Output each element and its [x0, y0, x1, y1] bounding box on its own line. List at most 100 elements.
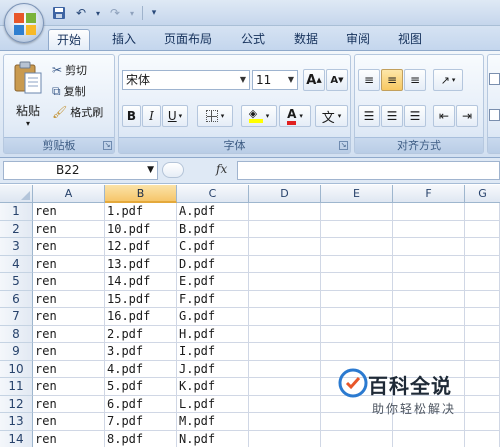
row-header[interactable]: 1 — [0, 203, 33, 221]
align-center-button[interactable]: ☰ — [381, 105, 403, 127]
cell-c4[interactable]: D.pdf — [177, 255, 249, 273]
cell-d1[interactable] — [249, 203, 321, 221]
decrease-indent-button[interactable]: ⇤ — [433, 105, 455, 127]
clipboard-launcher-icon[interactable]: ↘ — [103, 141, 112, 150]
cell-e1[interactable] — [321, 203, 393, 221]
cell-g4[interactable] — [465, 255, 500, 273]
cell-a7[interactable]: ren — [33, 308, 105, 326]
cell-c7[interactable]: G.pdf — [177, 308, 249, 326]
cell-e3[interactable] — [321, 238, 393, 256]
column-header-b[interactable]: B — [105, 185, 177, 203]
cell-b3[interactable]: 12.pdf — [105, 238, 177, 256]
cell-f5[interactable] — [393, 273, 465, 291]
cell-c8[interactable]: H.pdf — [177, 325, 249, 343]
align-bottom-button[interactable]: ≡ — [404, 69, 426, 91]
cell-g14[interactable] — [465, 430, 500, 447]
customize-toolbar-icon[interactable]: ▾ — [149, 4, 159, 22]
tab-formulas[interactable]: 公式 — [233, 29, 273, 50]
cell-c1[interactable]: A.pdf — [177, 203, 249, 221]
wrap-text-icon[interactable] — [489, 73, 500, 85]
cell-b11[interactable]: 5.pdf — [105, 378, 177, 396]
row-header[interactable]: 2 — [0, 220, 33, 238]
cell-d5[interactable] — [249, 273, 321, 291]
cell-e9[interactable] — [321, 343, 393, 361]
align-right-button[interactable]: ☰ — [404, 105, 426, 127]
cell-e2[interactable] — [321, 220, 393, 238]
row-header[interactable]: 8 — [0, 325, 33, 343]
increase-indent-button[interactable]: ⇥ — [456, 105, 478, 127]
cell-c12[interactable]: L.pdf — [177, 395, 249, 413]
cell-d10[interactable] — [249, 360, 321, 378]
cell-g9[interactable] — [465, 343, 500, 361]
cell-a5[interactable]: ren — [33, 273, 105, 291]
row-header[interactable]: 3 — [0, 238, 33, 256]
cell-g5[interactable] — [465, 273, 500, 291]
font-launcher-icon[interactable]: ↘ — [339, 141, 348, 150]
cell-e5[interactable] — [321, 273, 393, 291]
orientation-button[interactable]: ↗ ▾ — [433, 69, 463, 91]
cell-b4[interactable]: 13.pdf — [105, 255, 177, 273]
cell-d4[interactable] — [249, 255, 321, 273]
redo-dropdown-icon[interactable]: ▾ — [128, 4, 136, 22]
cell-g7[interactable] — [465, 308, 500, 326]
format-painter-button[interactable]: 🖌 格式刷 — [52, 103, 103, 121]
paste-button[interactable]: 粘贴 ▾ — [8, 59, 48, 135]
cell-a14[interactable]: ren — [33, 430, 105, 447]
cell-f1[interactable] — [393, 203, 465, 221]
undo-icon[interactable]: ↶ — [72, 4, 90, 22]
font-name-select[interactable]: 宋体 ▼ — [122, 70, 250, 90]
tab-review[interactable]: 审阅 — [338, 29, 378, 50]
cell-a13[interactable]: ren — [33, 413, 105, 431]
cell-b2[interactable]: 10.pdf — [105, 220, 177, 238]
phonetic-guide-button[interactable]: 文 ▾ — [315, 105, 348, 127]
font-size-select[interactable]: 11 ▼ — [252, 70, 298, 90]
fill-color-button[interactable]: ◈ ▾ — [241, 105, 277, 127]
column-header-e[interactable]: E — [321, 185, 393, 203]
cell-d14[interactable] — [249, 430, 321, 447]
cell-c2[interactable]: B.pdf — [177, 220, 249, 238]
cell-f2[interactable] — [393, 220, 465, 238]
save-icon[interactable] — [50, 4, 68, 22]
cell-a10[interactable]: ren — [33, 360, 105, 378]
cell-d11[interactable] — [249, 378, 321, 396]
row-header[interactable]: 12 — [0, 395, 33, 413]
row-header[interactable]: 11 — [0, 378, 33, 396]
cell-d6[interactable] — [249, 290, 321, 308]
cell-g1[interactable] — [465, 203, 500, 221]
cell-c13[interactable]: M.pdf — [177, 413, 249, 431]
row-header[interactable]: 14 — [0, 430, 33, 447]
cell-b9[interactable]: 3.pdf — [105, 343, 177, 361]
cell-d2[interactable] — [249, 220, 321, 238]
borders-button[interactable]: ▾ — [197, 105, 233, 127]
cell-a8[interactable]: ren — [33, 325, 105, 343]
formula-input[interactable] — [237, 161, 500, 180]
office-button[interactable] — [4, 3, 44, 43]
cell-f8[interactable] — [393, 325, 465, 343]
shrink-font-button[interactable]: A ▼ — [326, 69, 348, 91]
column-header-c[interactable]: C — [177, 185, 249, 203]
name-box[interactable]: B22 ▼ — [3, 161, 158, 180]
align-top-button[interactable]: ≡ — [358, 69, 380, 91]
cut-button[interactable]: ✂ 剪切 — [52, 61, 87, 79]
cell-b10[interactable]: 4.pdf — [105, 360, 177, 378]
grow-font-button[interactable]: A ▲ — [303, 69, 325, 91]
underline-button[interactable]: U ▾ — [162, 105, 188, 127]
font-color-button[interactable]: A ▾ — [279, 105, 311, 127]
cell-a4[interactable]: ren — [33, 255, 105, 273]
copy-button[interactable]: ⧉ 复制 — [52, 82, 86, 100]
cell-b8[interactable]: 2.pdf — [105, 325, 177, 343]
cell-g8[interactable] — [465, 325, 500, 343]
cell-a11[interactable]: ren — [33, 378, 105, 396]
cell-b12[interactable]: 6.pdf — [105, 395, 177, 413]
row-header[interactable]: 6 — [0, 290, 33, 308]
cell-b7[interactable]: 16.pdf — [105, 308, 177, 326]
cell-f4[interactable] — [393, 255, 465, 273]
cell-f7[interactable] — [393, 308, 465, 326]
cell-d13[interactable] — [249, 413, 321, 431]
italic-button[interactable]: I — [142, 105, 161, 127]
cell-c5[interactable]: E.pdf — [177, 273, 249, 291]
cell-e7[interactable] — [321, 308, 393, 326]
cell-a9[interactable]: ren — [33, 343, 105, 361]
cell-e4[interactable] — [321, 255, 393, 273]
cell-d3[interactable] — [249, 238, 321, 256]
